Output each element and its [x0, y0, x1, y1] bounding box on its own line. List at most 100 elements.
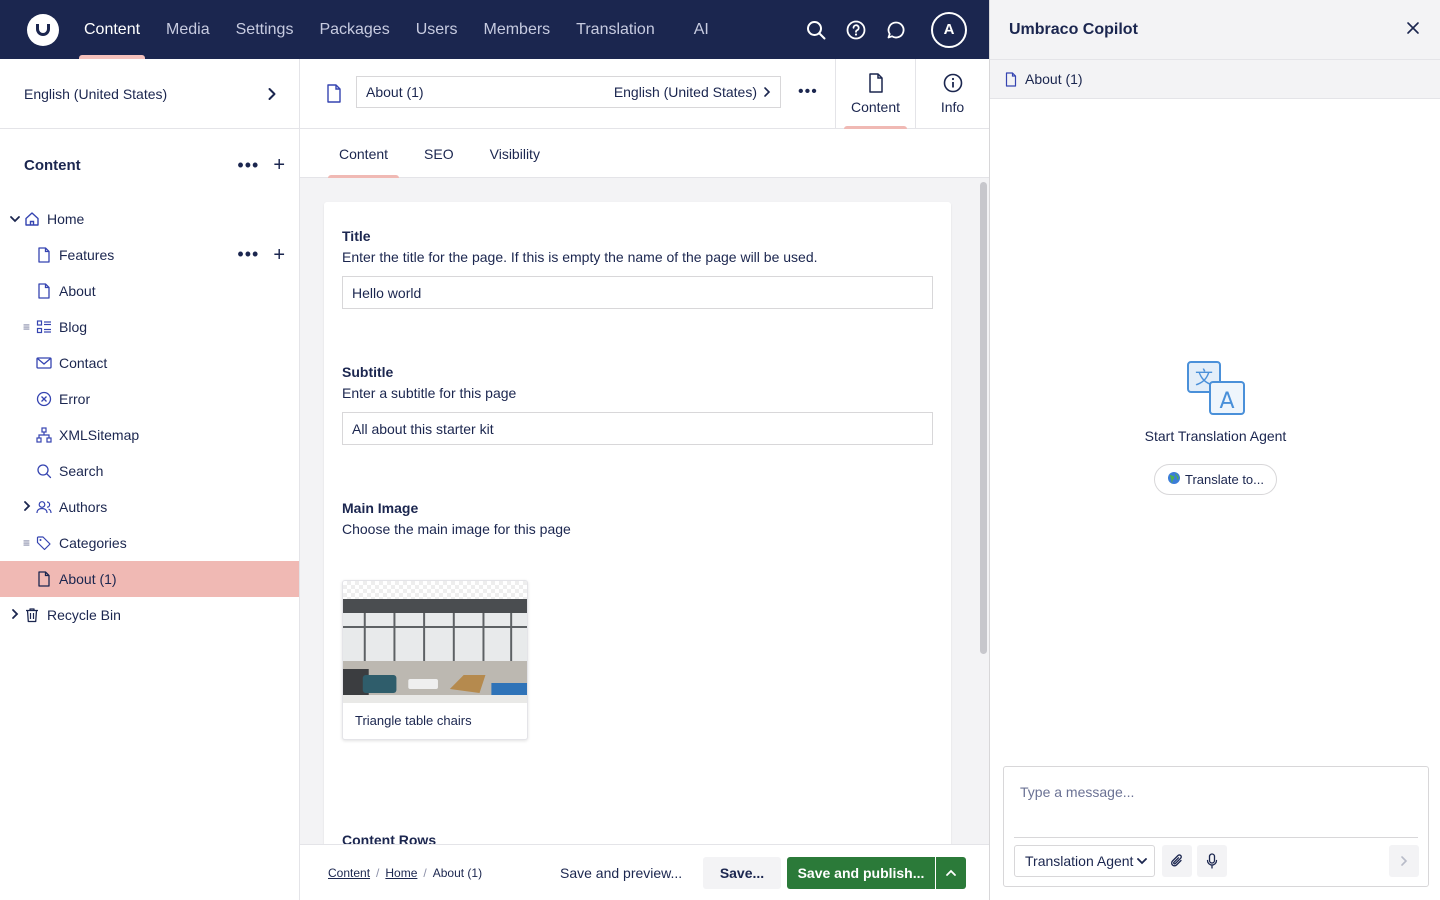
search-icon[interactable]: [803, 17, 829, 43]
translate-to-button[interactable]: Translate to...: [1154, 464, 1277, 495]
title-input[interactable]: Hello world: [342, 276, 933, 309]
tab-content[interactable]: Content: [328, 129, 400, 178]
more-actions-icon[interactable]: •••: [237, 156, 259, 174]
breadcrumb-content[interactable]: Content: [328, 866, 370, 880]
property-description: Enter a subtitle for this page: [342, 385, 517, 401]
nav-content[interactable]: Content: [71, 0, 153, 59]
help-icon[interactable]: [843, 17, 869, 43]
tree-item-label: Authors: [59, 499, 108, 515]
nav-users[interactable]: Users: [403, 0, 471, 59]
chevron-down-icon[interactable]: [9, 211, 21, 227]
info-icon: [943, 73, 962, 93]
home-icon: [24, 211, 40, 227]
error-icon: [36, 391, 52, 407]
tree-item-xmlsitemap[interactable]: XMLSitemap: [0, 417, 299, 453]
scrollbar[interactable]: [980, 182, 987, 654]
property-label: Subtitle: [342, 364, 394, 380]
document-icon: [36, 247, 52, 263]
tree-item-error[interactable]: Error: [0, 381, 299, 417]
nav-translation[interactable]: Translation: [563, 0, 668, 59]
tree-item-about-1[interactable]: About (1): [0, 561, 299, 597]
culture-picker[interactable]: English (United States): [0, 59, 299, 129]
property-description: Choose the main image for this page: [342, 521, 571, 537]
paperclip-icon: [1171, 854, 1182, 867]
agent-select[interactable]: Translation Agent: [1014, 845, 1155, 877]
top-bar: Content Media Settings Packages Users Me…: [0, 0, 989, 59]
add-icon[interactable]: +: [273, 245, 285, 265]
property-group-card: Title Enter the title for the page. If t…: [324, 202, 951, 844]
drag-handle-icon[interactable]: ≡: [23, 320, 30, 334]
tab-seo[interactable]: SEO: [413, 129, 465, 178]
users-icon: [36, 499, 52, 515]
chevron-right-icon[interactable]: [9, 607, 21, 623]
tree-item-home[interactable]: Home: [0, 201, 299, 237]
culture-label: English (United States): [24, 85, 168, 102]
chevron-up-icon[interactable]: [936, 857, 966, 889]
tree-item-features[interactable]: Features ••• +: [0, 237, 299, 273]
chat-icon[interactable]: [883, 17, 909, 43]
property-content-rows: Content Rows: [342, 832, 933, 844]
close-icon[interactable]: [1406, 21, 1420, 38]
property-subtitle: Subtitle Enter a subtitle for this page …: [342, 364, 933, 445]
globe-icon: [1167, 471, 1181, 488]
breadcrumb-home[interactable]: Home: [385, 866, 417, 880]
drag-handle-icon[interactable]: ≡: [23, 536, 30, 550]
tree-item-search[interactable]: Search: [0, 453, 299, 489]
message-input[interactable]: Type a message...: [1020, 784, 1134, 800]
user-avatar[interactable]: A: [931, 11, 967, 48]
tree-item-label: Blog: [59, 319, 88, 335]
view-content-label: Content: [850, 99, 901, 115]
culture-switcher[interactable]: English (United States): [614, 84, 771, 100]
document-icon: [326, 84, 342, 106]
save-and-preview-button[interactable]: Save and preview...: [560, 865, 682, 881]
tree-item-label: Recycle Bin: [47, 607, 121, 623]
more-actions-icon[interactable]: •••: [237, 245, 259, 265]
copilot-context-label: About (1): [1025, 71, 1083, 87]
nav-ai[interactable]: AI: [668, 0, 722, 59]
save-button[interactable]: Save...: [703, 857, 781, 889]
sitemap-icon: [36, 427, 52, 443]
nav-packages[interactable]: Packages: [306, 0, 402, 59]
breadcrumb: Content / Home / About (1): [328, 866, 482, 880]
send-button[interactable]: [1389, 845, 1419, 877]
copilot-title: Umbraco Copilot: [1009, 20, 1138, 38]
microphone-button[interactable]: [1197, 845, 1227, 877]
tree-item-authors[interactable]: Authors: [0, 489, 299, 525]
microphone-icon: [1206, 853, 1218, 869]
breadcrumb-separator: /: [423, 865, 427, 880]
nav-media[interactable]: Media: [153, 0, 223, 59]
document-name-input[interactable]: About (1) English (United States): [356, 76, 781, 108]
chevron-right-icon[interactable]: [21, 499, 33, 515]
chevron-right-icon: [764, 87, 771, 97]
add-icon[interactable]: +: [273, 155, 285, 175]
tree-item-label: Search: [59, 463, 104, 479]
tag-icon: [36, 535, 52, 551]
tree-item-categories[interactable]: ≡ Categories: [0, 525, 299, 561]
tab-visibility[interactable]: Visibility: [479, 129, 551, 178]
breadcrumb-separator: /: [376, 865, 380, 880]
trash-icon: [24, 607, 40, 623]
tree-item-contact[interactable]: Contact: [0, 345, 299, 381]
search-icon: [36, 463, 52, 479]
translate-to-label: Translate to...: [1185, 472, 1264, 487]
property-description: Enter the title for the page. If this is…: [342, 249, 818, 265]
view-content[interactable]: Content: [835, 59, 915, 129]
tree-item-blog[interactable]: ≡ Blog: [0, 309, 299, 345]
more-actions-icon[interactable]: •••: [798, 83, 818, 101]
tree-item-about[interactable]: About: [0, 273, 299, 309]
view-info[interactable]: Info: [915, 59, 989, 129]
envelope-icon: [36, 355, 52, 371]
media-card[interactable]: Triangle table chairs: [342, 580, 528, 740]
save-and-publish-button[interactable]: Save and publish...: [787, 857, 935, 889]
tree-item-recycle-bin[interactable]: Recycle Bin: [0, 597, 299, 633]
media-name: Triangle table chairs: [355, 713, 472, 728]
main-nav: Content Media Settings Packages Users Me…: [71, 0, 722, 59]
chevron-right-icon: [268, 87, 276, 100]
subtitle-input[interactable]: All about this starter kit: [342, 412, 933, 445]
umbraco-logo[interactable]: [27, 13, 59, 46]
attach-button[interactable]: [1162, 845, 1192, 877]
nav-settings[interactable]: Settings: [223, 0, 307, 59]
translation-agent-start: 文 A Start Translation Agent Translate to…: [990, 360, 1440, 495]
nav-members[interactable]: Members: [470, 0, 563, 59]
list-icon: [36, 319, 52, 335]
